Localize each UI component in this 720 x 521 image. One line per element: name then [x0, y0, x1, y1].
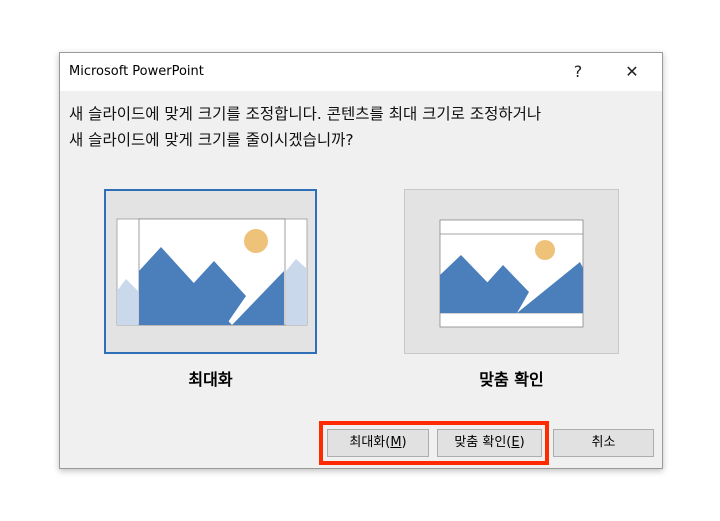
dialog: Microsoft PowerPoint ? ✕ 새 슬라이드에 맞게 크기를 … [59, 52, 663, 469]
button-label: 최대화( [349, 435, 391, 450]
dialog-title: Microsoft PowerPoint [69, 64, 204, 79]
cancel-button[interactable]: 취소 [553, 429, 654, 457]
maximize-option-label: 최대화 [188, 370, 233, 389]
access-key: E [511, 435, 520, 450]
help-button[interactable]: ? [564, 59, 592, 85]
maximize-option[interactable] [104, 189, 317, 354]
message-line: 새 슬라이드에 맞게 크기를 조정합니다. 콘텐츠를 최대 크기로 조정하거나 [69, 105, 542, 123]
message-line: 새 슬라이드에 맞게 크기를 줄이시겠습니까? [69, 131, 354, 149]
maximize-illustration [116, 218, 308, 326]
message: 새 슬라이드에 맞게 크기를 조정합니다. 콘텐츠를 최대 크기로 조정하거나 … [69, 101, 541, 153]
ensure-fit-illustration [439, 219, 584, 328]
ensure-fit-option-label: 맞춤 확인 [479, 370, 544, 389]
close-button[interactable]: ✕ [618, 59, 646, 85]
ensure-fit-option[interactable] [404, 189, 619, 354]
title-bar: Microsoft PowerPoint ? ✕ [60, 53, 662, 91]
ensure-fit-button[interactable]: 맞춤 확인(E) [437, 429, 542, 457]
button-label: 맞춤 확인( [454, 435, 512, 450]
maximize-button[interactable]: 최대화(M) [327, 429, 429, 457]
access-key: M [390, 435, 402, 450]
